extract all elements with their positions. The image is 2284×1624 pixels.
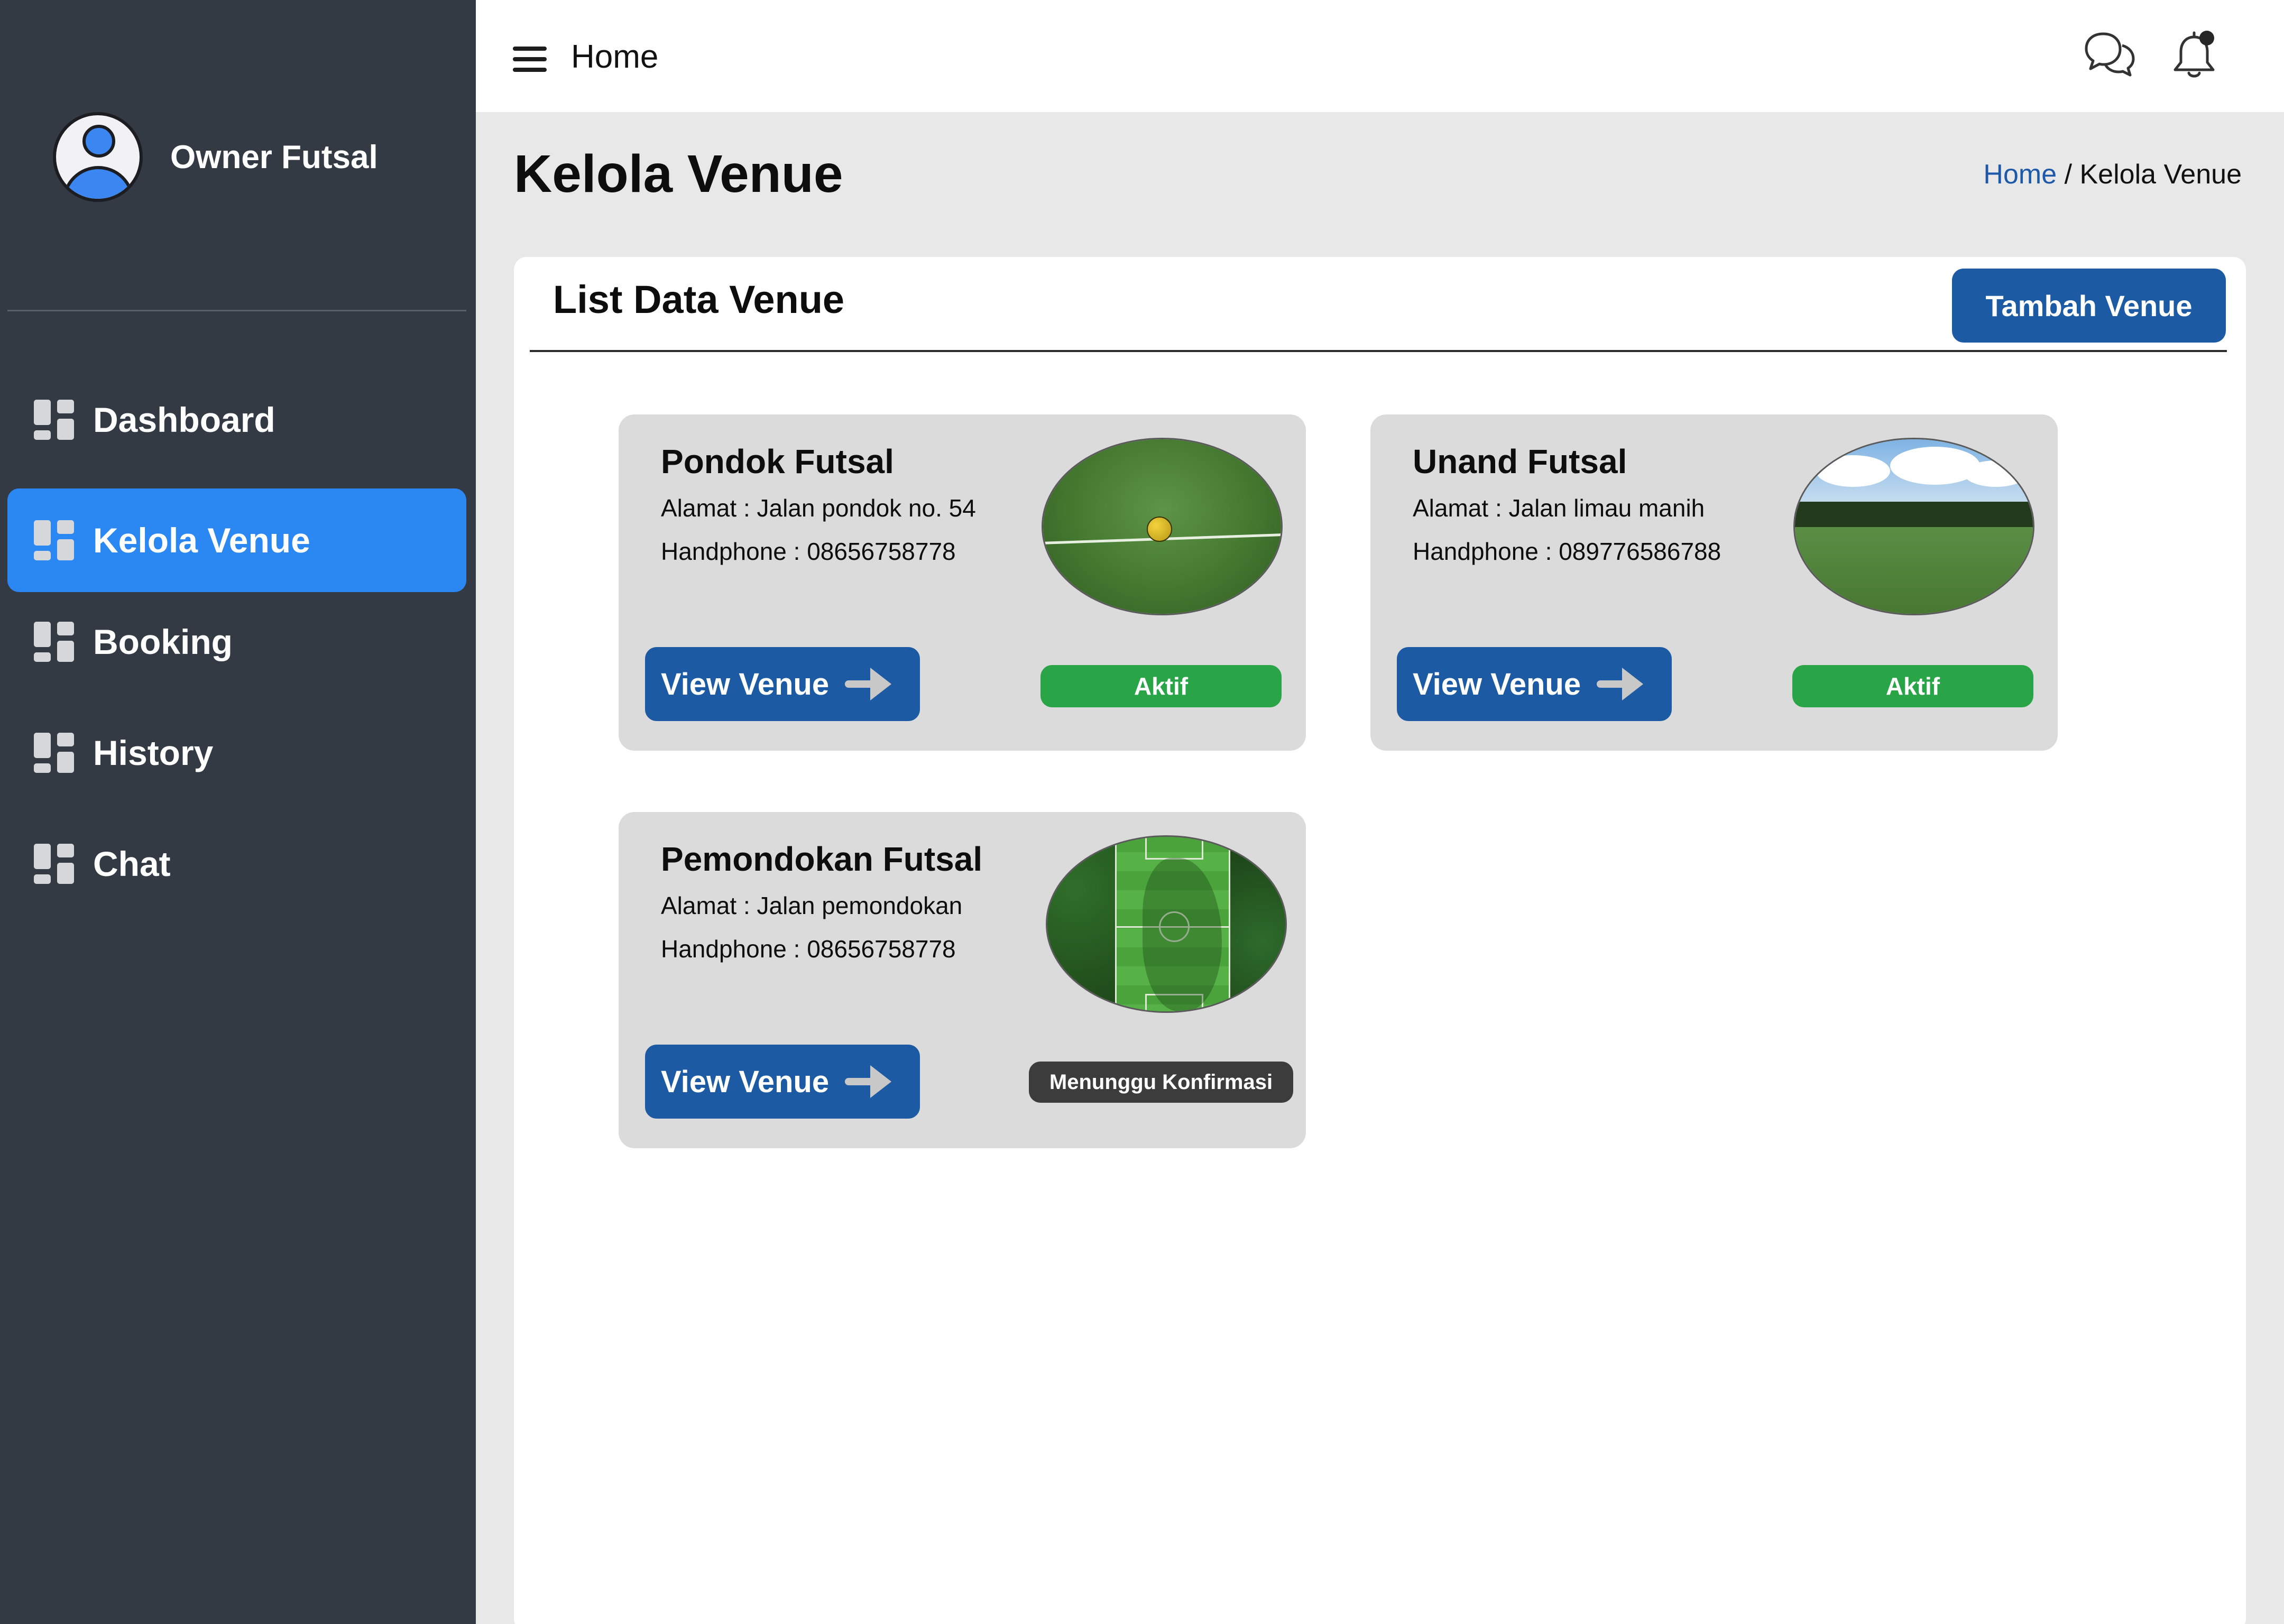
dashboard-icon (34, 622, 74, 662)
view-venue-button[interactable]: View Venue (645, 1045, 920, 1119)
sidebar-item-label: Dashboard (93, 400, 275, 439)
dashboard-icon (34, 400, 74, 440)
sidebar-item-label: Chat (93, 844, 171, 883)
sidebar-item-label: Kelola Venue (93, 521, 310, 560)
sidebar-item-history[interactable]: History (7, 701, 466, 805)
sidebar-item-kelola-venue[interactable]: Kelola Venue (7, 488, 466, 592)
venue-name: Pemondokan Futsal (661, 840, 983, 878)
venue-card: Pemondokan Futsal Alamat : Jalan pemondo… (619, 812, 1306, 1148)
view-venue-label: View Venue (661, 667, 830, 702)
sidebar-item-dashboard[interactable]: Dashboard (7, 368, 466, 472)
venue-card: Pondok Futsal Alamat : Jalan pondok no. … (619, 414, 1306, 751)
venue-address: Alamat : Jalan pemondokan (661, 892, 963, 919)
arrow-right-icon (1597, 668, 1644, 700)
sidebar-item-chat[interactable]: Chat (7, 812, 466, 916)
venue-phone: Handphone : 08656758778 (661, 935, 956, 963)
arrow-right-icon (845, 668, 892, 700)
chat-icon[interactable] (2083, 29, 2136, 81)
view-venue-label: View Venue (661, 1064, 830, 1099)
venue-name: Unand Futsal (1413, 442, 1627, 481)
status-badge: Aktif (1040, 665, 1282, 707)
sidebar-item-label: Booking (93, 622, 233, 661)
dashboard-icon (34, 520, 74, 560)
dashboard-icon (34, 844, 74, 884)
venue-address: Alamat : Jalan pondok no. 54 (661, 494, 976, 522)
page-title: Kelola Venue (514, 144, 843, 204)
status-badge: Menunggu Konfirmasi (1029, 1062, 1293, 1103)
breadcrumb-current: Kelola Venue (2079, 159, 2242, 190)
breadcrumb-separator: / (2064, 159, 2073, 190)
status-badge: Aktif (1792, 665, 2033, 707)
breadcrumb-home-link[interactable]: Home (1983, 159, 2057, 190)
menu-icon[interactable] (513, 47, 547, 72)
venue-phone: Handphone : 08656758778 (661, 538, 956, 565)
breadcrumb: Home / Kelola Venue (1983, 159, 2242, 190)
venue-photo (1042, 438, 1283, 615)
sidebar-item-label: History (93, 733, 214, 772)
profile-name: Owner Futsal (170, 139, 378, 176)
sidebar-item-booking[interactable]: Booking (7, 590, 466, 694)
venue-address: Alamat : Jalan limau manih (1413, 494, 1705, 522)
sidebar: Owner Futsal Dashboard Kelola Venue Book… (0, 0, 476, 1624)
notification-bell-icon[interactable] (2168, 29, 2221, 81)
arrow-right-icon (845, 1065, 892, 1098)
venue-photo (1046, 835, 1287, 1013)
venue-card: Unand Futsal Alamat : Jalan limau manih … (1370, 414, 2058, 751)
view-venue-button[interactable]: View Venue (1397, 647, 1672, 721)
venue-photo (1793, 438, 2034, 615)
dashboard-icon (34, 733, 74, 773)
top-bar: Home (476, 0, 2284, 112)
header-title: Home (571, 39, 659, 75)
avatar (53, 112, 143, 202)
panel-title: List Data Venue (553, 278, 845, 321)
venue-phone: Handphone : 089776586788 (1413, 538, 1721, 565)
view-venue-label: View Venue (1413, 667, 1581, 702)
add-venue-button[interactable]: Tambah Venue (1952, 269, 2226, 343)
venue-name: Pondok Futsal (661, 442, 894, 481)
venue-list-panel: List Data Venue Tambah Venue Pondok Futs… (514, 257, 2246, 1624)
view-venue-button[interactable]: View Venue (645, 647, 920, 721)
panel-divider (530, 350, 2227, 352)
user-profile[interactable]: Owner Futsal (53, 112, 378, 202)
sidebar-divider (7, 310, 466, 311)
